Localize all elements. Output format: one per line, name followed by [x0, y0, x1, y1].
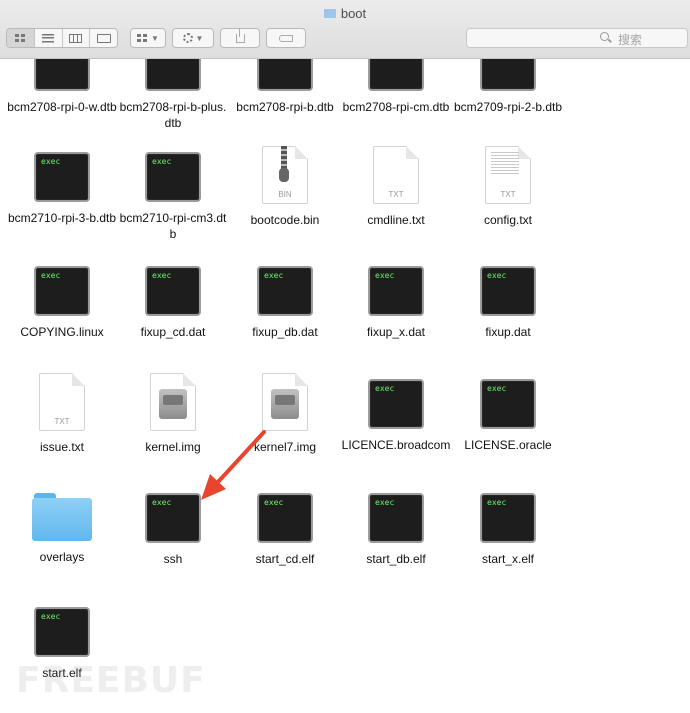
exec-icon-text: exec — [375, 498, 395, 507]
exec-icon-text: exec — [152, 498, 172, 507]
annotation-arrow — [201, 430, 266, 500]
exec-icon-text: exec — [41, 157, 61, 166]
exec-icon-text: exec — [487, 384, 507, 393]
exec-icon-text: exec — [41, 271, 61, 280]
watermark: FREEBUF — [16, 660, 206, 701]
exec-icon-text: exec — [152, 157, 172, 166]
exec-icon-text: exec — [41, 612, 61, 621]
exec-icon-text: exec — [487, 271, 507, 280]
exec-icon-text: exec — [264, 271, 284, 280]
arrow-shaft — [216, 430, 266, 484]
exec-icon-text: exec — [375, 384, 395, 393]
exec-icon-text: exec — [152, 271, 172, 280]
exec-icon-text: exec — [487, 498, 507, 507]
exec-icon-text: exec — [264, 498, 284, 507]
exec-icon-text: exec — [375, 271, 395, 280]
